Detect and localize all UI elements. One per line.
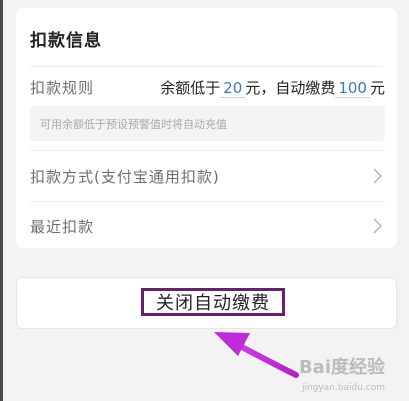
watermark-url: jingyan.baidu.com (301, 383, 385, 393)
close-auto-pay-button[interactable]: 关闭自动缴费 (141, 288, 285, 316)
chevron-right-icon (369, 218, 385, 234)
hint-text: 可用余额低于预设预警值时将自动充值 (40, 118, 227, 131)
auto-pay-amount[interactable]: 100 (335, 79, 370, 98)
deduction-method-row[interactable]: 扣款方式(支付宝通用扣款) (30, 150, 385, 202)
watermark-logo: Bai度经验 (298, 357, 385, 378)
card-title: 扣款信息 (30, 31, 102, 51)
deduction-rule-value: 余额低于 20 元，自动缴费 100 元 (160, 77, 385, 98)
deduction-info-card: 扣款信息 扣款规则 余额低于 20 元，自动缴费 100 元 可用余额低于预设预警值时将… (16, 8, 397, 248)
left-edge-strip (0, 0, 3, 401)
rule-middle: 元，自动缴费 (245, 79, 336, 97)
title-divider (30, 66, 383, 67)
recent-deduction-label: 最近扣款 (30, 217, 95, 236)
recent-deduction-row[interactable]: 最近扣款 (30, 201, 385, 251)
deduction-rule-label: 扣款规则 (30, 79, 95, 97)
chevron-right-icon (369, 168, 385, 184)
rule-prefix: 余额低于 (160, 79, 221, 97)
close-auto-pay-card: 关闭自动缴费 (16, 277, 397, 329)
deduction-method-label: 扣款方式(支付宝通用扣款) (30, 167, 220, 186)
threshold-value[interactable]: 20 (220, 79, 246, 98)
hint-box: 可用余额低于预设预警值时将自动充值 (30, 106, 385, 141)
rule-suffix: 元 (369, 79, 385, 97)
